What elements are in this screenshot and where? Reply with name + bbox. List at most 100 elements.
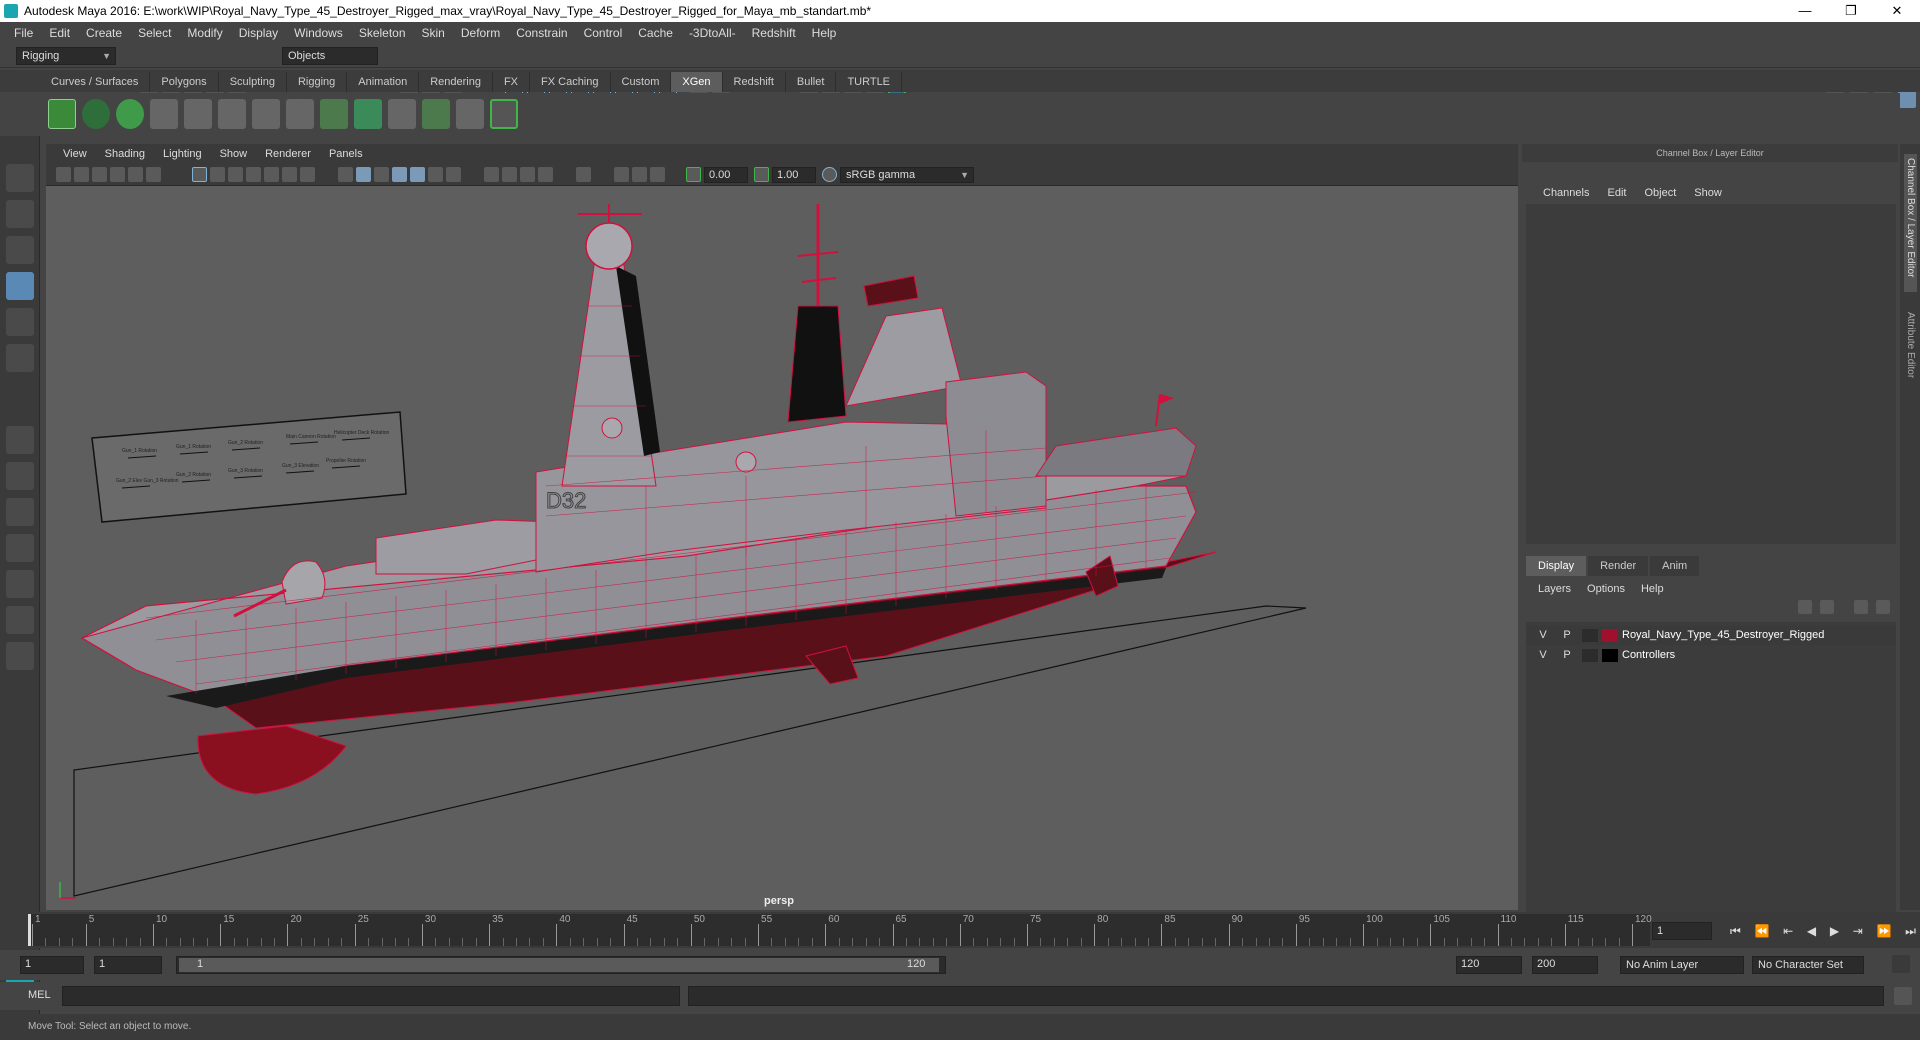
camera-attributes-icon[interactable]: [74, 167, 89, 182]
channel-box-body[interactable]: [1526, 204, 1896, 544]
rotate-tool-icon[interactable]: [6, 308, 34, 336]
menu-constrain[interactable]: Constrain: [508, 26, 575, 40]
lasso-tool-icon[interactable]: [6, 200, 34, 228]
list-item[interactable]: V P Royal_Navy_Type_45_Destroyer_Rigged: [1526, 626, 1896, 645]
script-editor-icon[interactable]: [1894, 987, 1912, 1005]
image-plane-icon[interactable]: [110, 167, 125, 182]
gamma-field[interactable]: 1.00: [772, 167, 816, 183]
grid-icon[interactable]: [192, 167, 207, 182]
command-input[interactable]: [62, 986, 680, 1006]
command-language-label[interactable]: MEL: [28, 989, 51, 1001]
layer-visibility-toggle[interactable]: V: [1534, 626, 1552, 645]
exposure-icon[interactable]: [686, 167, 701, 182]
current-frame-field[interactable]: 1: [1652, 922, 1712, 940]
groom-icon[interactable]: [354, 99, 382, 129]
menu-deform[interactable]: Deform: [453, 26, 508, 40]
preview-icon[interactable]: [490, 99, 518, 129]
menu-file[interactable]: File: [6, 26, 41, 40]
play-forwards-icon[interactable]: ▶: [1830, 924, 1839, 938]
menu-display[interactable]: Display: [231, 26, 286, 40]
resolution-gate-icon[interactable]: [228, 167, 243, 182]
perspective-viewport[interactable]: Gun_1 Rotation Gun_1 Rotation Gun_2 Rota…: [46, 186, 1518, 910]
four-view-layout-icon[interactable]: [6, 462, 34, 490]
viewport-menu-lighting[interactable]: Lighting: [154, 148, 211, 160]
menu-redshift[interactable]: Redshift: [744, 26, 804, 40]
xgen-editor-icon[interactable]: [48, 99, 76, 129]
guide-rotate-icon[interactable]: [252, 99, 280, 129]
go-to-end-icon[interactable]: ⏭: [1905, 924, 1916, 938]
tab-custom[interactable]: Custom: [611, 72, 672, 92]
use-all-lights-icon[interactable]: [428, 167, 443, 182]
tab-bullet[interactable]: Bullet: [786, 72, 837, 92]
start-time-field[interactable]: 1: [20, 956, 84, 974]
layer-display-type[interactable]: [1582, 649, 1598, 662]
tab-sculpting[interactable]: Sculpting: [219, 72, 287, 92]
step-forward-key-icon[interactable]: ⇥: [1853, 924, 1863, 938]
grease-pencil-icon[interactable]: [146, 167, 161, 182]
anim-layer-dropdown[interactable]: No Anim Layer: [1620, 956, 1744, 974]
menu-create[interactable]: Create: [78, 26, 130, 40]
time-slider[interactable]: 1 5 10 15 20 25 30 35 40 45 50 55 60 65 70 75 80 85 90 95 10…: [28, 914, 1652, 946]
menu-cache[interactable]: Cache: [630, 26, 681, 40]
end-time-field[interactable]: 200: [1532, 956, 1598, 974]
animation-preferences-icon[interactable]: [1892, 955, 1910, 973]
layer-color-swatch[interactable]: [1602, 629, 1618, 642]
menu-select[interactable]: Select: [130, 26, 179, 40]
layer-menu-layers[interactable]: Layers: [1530, 580, 1579, 598]
tab-polygons[interactable]: Polygons: [150, 72, 219, 92]
two-d-pan-icon[interactable]: [128, 167, 143, 182]
backface-icon[interactable]: [650, 167, 665, 182]
persp-outliner-layout-icon[interactable]: [6, 498, 34, 526]
menu-control[interactable]: Control: [576, 26, 631, 40]
close-button[interactable]: ✕: [1874, 0, 1920, 22]
xray-active-icon[interactable]: [632, 167, 647, 182]
character-set-dropdown[interactable]: No Character Set: [1752, 956, 1864, 974]
import-collection-icon[interactable]: [116, 99, 144, 129]
playback-end-field[interactable]: 120: [1456, 956, 1522, 974]
grass-icon[interactable]: [422, 99, 450, 129]
gate-mask-icon[interactable]: [246, 167, 261, 182]
ship-model-render[interactable]: Gun_1 Rotation Gun_1 Rotation Gun_2 Rota…: [46, 186, 1518, 910]
guide-lock-icon[interactable]: [286, 99, 314, 129]
cb-menu-edit[interactable]: Edit: [1598, 184, 1635, 202]
rig-control-panel[interactable]: [91, 411, 407, 523]
viewport-menu-show[interactable]: Show: [211, 148, 257, 160]
select-tool-icon[interactable]: [6, 164, 34, 192]
tab-animation[interactable]: Animation: [347, 72, 420, 92]
layer-color-swatch[interactable]: [1602, 649, 1618, 662]
layer-playback-toggle[interactable]: P: [1558, 626, 1576, 645]
color-management-icon[interactable]: [822, 167, 837, 182]
move-layer-down-icon[interactable]: [1820, 600, 1834, 614]
restore-button[interactable]: ❐: [1828, 0, 1874, 22]
tab-fx-caching[interactable]: FX Caching: [530, 72, 611, 92]
layer-menu-options[interactable]: Options: [1579, 580, 1633, 598]
safe-action-icon[interactable]: [282, 167, 297, 182]
menu-windows[interactable]: Windows: [286, 26, 351, 40]
persp-graph-layout-icon[interactable]: [6, 534, 34, 562]
tab-curves-surfaces[interactable]: Curves / Surfaces: [40, 72, 151, 92]
attribute-editor-side-tab[interactable]: Attribute Editor: [1904, 308, 1917, 382]
guide-length-icon[interactable]: [218, 99, 246, 129]
motion-blur-icon[interactable]: [502, 167, 517, 182]
scale-tool-icon[interactable]: [6, 344, 34, 372]
field-chart-icon[interactable]: [264, 167, 279, 182]
channel-box-side-tab[interactable]: Channel Box / Layer Editor: [1904, 154, 1917, 292]
safe-title-icon[interactable]: [300, 167, 315, 182]
cb-menu-show[interactable]: Show: [1685, 184, 1731, 202]
collapse-icon[interactable]: [6, 642, 34, 670]
view-transform-dropdown[interactable]: sRGB gamma ▼: [840, 167, 974, 183]
range-slider-handle[interactable]: [179, 958, 939, 972]
cb-menu-channels[interactable]: Channels: [1534, 184, 1598, 202]
tab-rendering[interactable]: Rendering: [419, 72, 493, 92]
layer-menu-help[interactable]: Help: [1633, 580, 1672, 598]
paint-select-icon[interactable]: [6, 236, 34, 264]
viewport-menu-panels[interactable]: Panels: [320, 148, 372, 160]
current-time-indicator[interactable]: [28, 914, 31, 946]
playback-start-field[interactable]: 1: [94, 956, 162, 974]
range-slider[interactable]: 1 120: [176, 956, 946, 974]
menu-edit[interactable]: Edit: [41, 26, 78, 40]
channel-box-toggle-icon[interactable]: [1898, 90, 1916, 108]
film-gate-icon[interactable]: [210, 167, 225, 182]
move-tool-icon[interactable]: [6, 272, 34, 300]
layer-visibility-toggle[interactable]: V: [1534, 646, 1552, 665]
